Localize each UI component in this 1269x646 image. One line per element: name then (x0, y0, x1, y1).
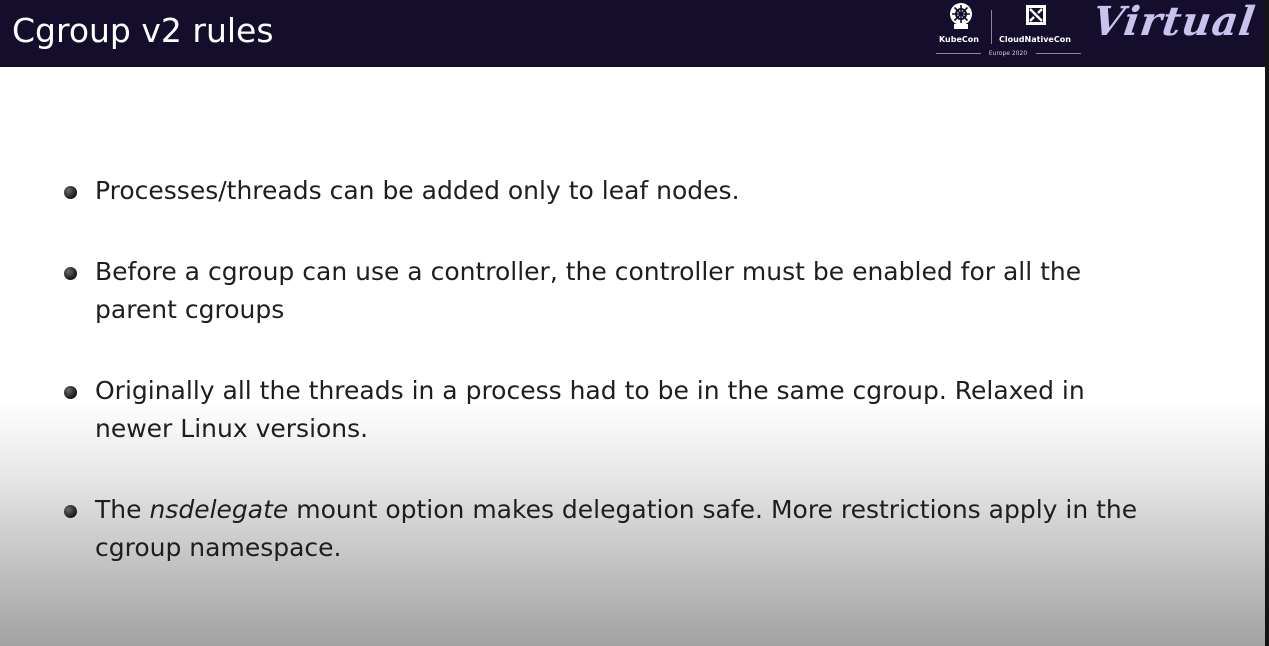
bullet-text-line-1: Before a cgroup can use a controller, th… (95, 257, 1082, 286)
logo-divider (991, 10, 992, 44)
slide-title: Cgroup v2 rules (12, 11, 274, 50)
bullet-item: The nsdelegate mount option makes delega… (64, 491, 1205, 567)
bullet-text-emphasis: nsdelegate (149, 495, 289, 524)
slide-header: Cgroup v2 rules KubeCon CloudNativeCon E… (0, 0, 1265, 67)
kubecon-label: KubeCon (939, 35, 979, 44)
bullet-text-line-2: cgroup namespace. (95, 533, 342, 562)
event-line-right (1036, 53, 1081, 54)
bullet-dot (64, 186, 77, 199)
virtual-wordmark: Virtual (1089, 0, 1259, 45)
cloudnativecon-label: CloudNativeCon (999, 35, 1071, 44)
bullet-item: Processes/threads can be added only to l… (64, 172, 1205, 210)
bullet-item: Originally all the threads in a process … (64, 372, 1205, 448)
bullet-text-pre: The (95, 495, 150, 524)
bullet-text-line-1: The nsdelegate mount option makes delega… (95, 491, 1205, 529)
bullet-dot (64, 386, 77, 399)
bullet-text: Processes/threads can be added only to l… (95, 176, 740, 205)
bullet-dot (64, 505, 77, 518)
slide: Cgroup v2 rules KubeCon CloudNativeCon E… (0, 0, 1265, 646)
window-edge (1265, 0, 1269, 646)
bullet-text-line-2: newer Linux versions. (95, 414, 369, 443)
bullet-text-line-2: parent cgroups (95, 295, 285, 324)
bullet-text-post: mount option makes delegation safe. More… (288, 495, 1138, 524)
bullet-item: Before a cgroup can use a controller, th… (64, 253, 1205, 329)
bullet-dot (64, 267, 77, 280)
bullet-text-line-1: Originally all the threads in a process … (95, 376, 1085, 405)
